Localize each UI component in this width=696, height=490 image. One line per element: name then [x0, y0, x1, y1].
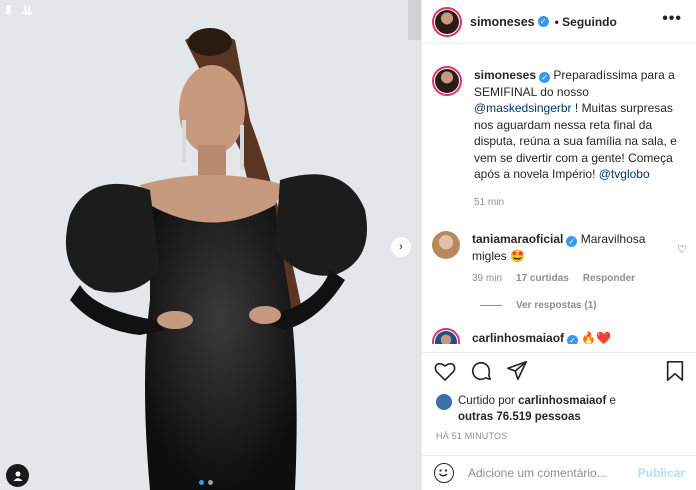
post-timestamp[interactable]: HÁ 51 MINUTOS [436, 431, 507, 441]
reply-button[interactable]: Responder [583, 271, 635, 288]
publish-button[interactable]: Publicar [638, 466, 685, 480]
carousel-dots [199, 480, 213, 485]
carousel-dot-active [199, 480, 204, 485]
follow-status-label: Seguindo [562, 14, 617, 29]
arrow-down-icon: ⬇ [3, 3, 14, 18]
comment-text: 🔥❤️ [581, 330, 612, 345]
more-options-icon[interactable]: ••• [662, 10, 682, 28]
bookmark-icon[interactable] [665, 360, 685, 382]
verified-icon: ✓ [566, 236, 578, 247]
caption-time[interactable]: 51 min [474, 195, 504, 212]
like-comment-heart-icon[interactable]: ♡ [677, 243, 687, 256]
mention-tvglobo[interactable]: @tvglobo [599, 167, 650, 181]
likes-mid: e [606, 395, 616, 407]
comment-likes[interactable]: 17 curtidas [516, 271, 569, 288]
carousel-dot [208, 480, 213, 485]
action-bar [422, 352, 696, 388]
post-panel: simoneses ✓ • Seguindo ••• simoneses ✓ Pr… [421, 0, 696, 490]
likes-text: Curtido por carlinhosmaiaof e outras 76.… [458, 393, 616, 425]
comment: carlinhosmaiaof✓ 🔥❤️ ♡ [422, 327, 696, 345]
photo-scene [0, 0, 421, 490]
comment-body: carlinhosmaiaof ✓ 🔥❤️ [472, 330, 612, 345]
caption-meta: 51 min [474, 195, 687, 212]
view-replies-label: Ver respostas (1) [516, 299, 597, 311]
verified-icon: ✓ [567, 334, 579, 344]
comment-meta: 39 min 17 curtidas Responder [472, 271, 672, 288]
emoji-icon[interactable] [434, 463, 454, 483]
caption: simoneses ✓ Preparadíssima para a SEMIFIN… [422, 66, 696, 211]
commenter-avatar[interactable] [432, 327, 460, 344]
liker-username[interactable]: carlinhosmaiaof [518, 395, 606, 407]
commenter-username[interactable]: carlinhosmaiaof [472, 331, 564, 345]
caption-author-avatar[interactable] [432, 66, 462, 96]
like-heart-icon[interactable] [434, 361, 456, 381]
caption-author[interactable]: simoneses [474, 68, 536, 82]
next-photo-button[interactable]: › [391, 237, 411, 257]
replies-divider [480, 304, 502, 306]
share-icon[interactable] [506, 360, 528, 382]
comment-box: Publicar [422, 455, 696, 490]
caption-body: simoneses ✓ Preparadíssima para a SEMIFIN… [474, 67, 687, 211]
photo-top-icons: ⬇ ⇊ [3, 3, 33, 19]
likes-prefix: Curtido por [458, 395, 519, 407]
follow-status[interactable]: • Seguindo [555, 15, 617, 29]
likes-summary: Curtido por carlinhosmaiaof e outras 76.… [436, 393, 616, 425]
comment-time[interactable]: 39 min [472, 271, 502, 288]
chevron-right-icon: › [399, 241, 403, 253]
comment-body: taniamaraoficial ✓ Maravilhosa migles 🤩 3… [472, 231, 672, 288]
verified-icon: ✓ [537, 16, 549, 27]
like-comment-heart-icon[interactable]: ♡ [677, 342, 687, 345]
comments-list: simoneses ✓ Preparadíssima para a SEMIFIN… [422, 54, 696, 344]
commenter-avatar[interactable] [432, 231, 460, 259]
post-photo[interactable]: ⬇ ⇊ › [0, 0, 421, 490]
likes-others[interactable]: outras 76.519 pessoas [458, 411, 581, 423]
comment-icon[interactable] [470, 360, 492, 382]
comment: taniamaraoficial ✓ Maravilhosa migles 🤩 3… [422, 231, 696, 288]
author-username[interactable]: simoneses [470, 15, 535, 29]
tagged-users-button[interactable] [6, 464, 29, 487]
author-avatar[interactable] [432, 6, 462, 37]
commenter-username[interactable]: taniamaraoficial [472, 232, 563, 246]
liker-avatar[interactable] [436, 394, 452, 410]
verified-icon: ✓ [539, 72, 551, 83]
double-arrow-icon: ⇊ [21, 3, 33, 18]
user-icon [13, 471, 22, 481]
mention-maskedsingerbr[interactable]: @maskedsingerbr [474, 101, 572, 115]
post-header: simoneses ✓ • Seguindo ••• [422, 0, 696, 44]
view-replies-button[interactable]: Ver respostas (1) [480, 300, 696, 311]
comment-input[interactable] [468, 466, 628, 480]
